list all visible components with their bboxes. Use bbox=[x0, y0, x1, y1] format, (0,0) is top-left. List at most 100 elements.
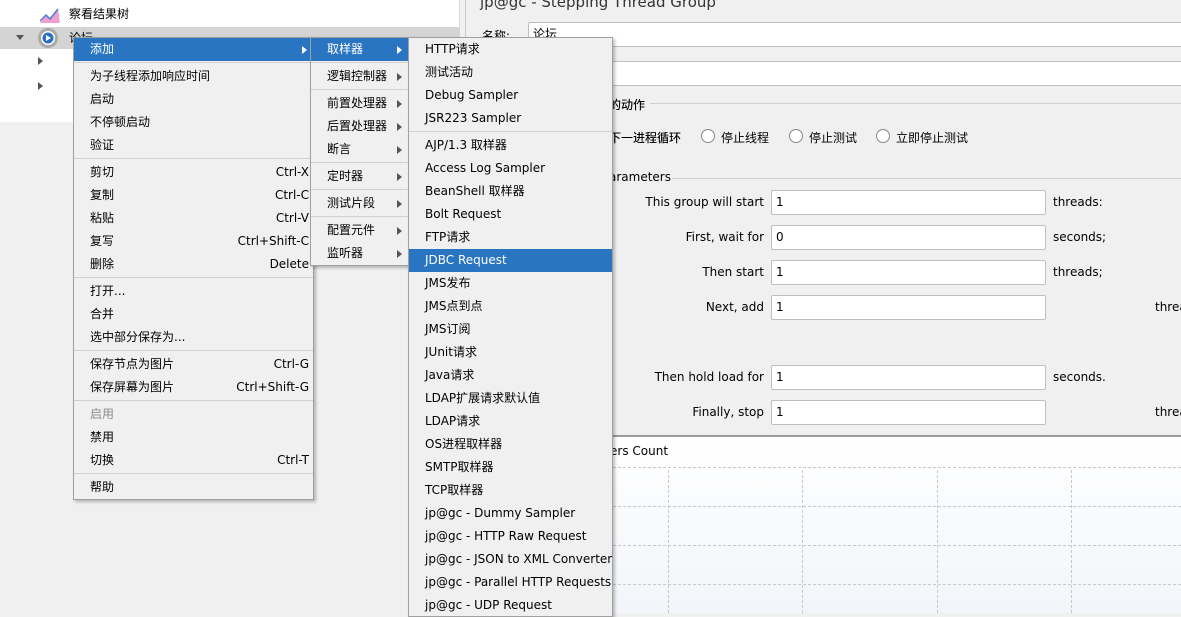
menu-item[interactable]: 启用 bbox=[74, 403, 313, 426]
menu-item[interactable]: JMS发布 bbox=[409, 272, 612, 295]
shortcut-label: Ctrl-C bbox=[274, 188, 309, 202]
menu-item[interactable]: 保存屏幕为图片 Ctrl+Shift-G bbox=[74, 376, 313, 399]
menu-item[interactable]: JDBC Request bbox=[409, 249, 612, 272]
menu-item[interactable]: SMTP取样器 bbox=[409, 456, 612, 479]
menu-item[interactable]: 复写 Ctrl+Shift-C bbox=[74, 230, 313, 253]
menu-item[interactable]: LDAP请求 bbox=[409, 410, 612, 433]
menu-item-label: 帮助 bbox=[90, 480, 115, 494]
menu-item[interactable]: 前置处理器 bbox=[311, 92, 408, 115]
gear-play-icon bbox=[36, 27, 60, 49]
menu-item[interactable]: 监听器 bbox=[311, 242, 408, 265]
menu-item-label: TCP取样器 bbox=[425, 483, 484, 497]
radio-label[interactable]: 停止线程 bbox=[721, 129, 769, 146]
menu-item[interactable]: 测试片段 bbox=[311, 192, 408, 215]
menu-item[interactable]: JMS订阅 bbox=[409, 318, 612, 341]
then-start-input[interactable]: 1 bbox=[771, 260, 1046, 285]
menu-item[interactable]: OS进程取样器 bbox=[409, 433, 612, 456]
menu-item-label: 复制 bbox=[90, 188, 115, 202]
tree-item-label: 察看结果树 bbox=[69, 7, 130, 21]
menu-item-label: Java请求 bbox=[425, 368, 475, 382]
menu-item-label: JMS点到点 bbox=[425, 299, 483, 313]
hold-load-input[interactable]: 1 bbox=[771, 365, 1046, 390]
menu-item-label: 取样器 bbox=[327, 42, 364, 56]
menu-item-label: 配置元件 bbox=[327, 223, 376, 237]
menu-item-label: 启动 bbox=[90, 92, 115, 106]
menu-item[interactable]: 复制 Ctrl-C bbox=[74, 184, 313, 207]
menu-item[interactable]: jp@gc - JSON to XML Converter bbox=[409, 548, 612, 571]
menu-item[interactable]: 删除 Delete bbox=[74, 253, 313, 276]
menu-item[interactable]: 配置元件 bbox=[311, 219, 408, 242]
menu-item[interactable]: 取样器 bbox=[311, 38, 408, 61]
menu-item[interactable]: 切换 Ctrl-T bbox=[74, 449, 313, 472]
menu-item[interactable]: 测试活动 bbox=[409, 61, 612, 84]
menu-item[interactable]: 打开... bbox=[74, 280, 313, 303]
radio-stop-thread[interactable] bbox=[701, 129, 715, 143]
menu-item[interactable]: 选中部分保存为... bbox=[74, 326, 313, 349]
initial-delay-input[interactable]: 0 bbox=[771, 225, 1046, 250]
name-input[interactable]: 论坛 bbox=[528, 22, 1181, 47]
menu-item[interactable]: JSR223 Sampler bbox=[409, 107, 612, 130]
menu-item[interactable]: 保存节点为图片 Ctrl-G bbox=[74, 353, 313, 376]
menu-item[interactable]: FTP请求 bbox=[409, 226, 612, 249]
tree-item-view-results-tree[interactable]: 察看结果树 bbox=[0, 3, 460, 25]
next-add-input[interactable]: 1 bbox=[771, 295, 1046, 320]
graph-icon bbox=[39, 7, 60, 23]
menu-item[interactable]: 启动 bbox=[74, 88, 313, 111]
param-label: This group will start bbox=[645, 195, 764, 209]
shortcut-label: Delete bbox=[269, 257, 309, 271]
menu-item[interactable]: BeanShell 取样器 bbox=[409, 180, 612, 203]
menu-item[interactable]: jp@gc - Parallel HTTP Requests bbox=[409, 571, 612, 594]
menu-item[interactable]: HTTP请求 bbox=[409, 38, 612, 61]
expand-icon[interactable] bbox=[38, 57, 43, 65]
menu-item[interactable]: Java请求 bbox=[409, 364, 612, 387]
menu-item[interactable]: 验证 bbox=[74, 134, 313, 157]
radio-stop-test-now[interactable] bbox=[876, 129, 890, 143]
menu-item[interactable]: Bolt Request bbox=[409, 203, 612, 226]
menu-item-label: jp@gc - JSON to XML Converter bbox=[425, 552, 613, 566]
menu-item[interactable]: 断言 bbox=[311, 138, 408, 161]
menu-item[interactable]: LDAP扩展请求默认值 bbox=[409, 387, 612, 410]
menu-item-label: HTTP请求 bbox=[425, 42, 480, 56]
menu-item[interactable]: 为子线程添加响应时间 bbox=[74, 65, 313, 88]
menu-item-label: 剪切 bbox=[90, 165, 115, 179]
menu-item-label: SMTP取样器 bbox=[425, 460, 494, 474]
menu-item[interactable]: Access Log Sampler bbox=[409, 157, 612, 180]
menu-item-label: LDAP请求 bbox=[425, 414, 481, 428]
submenu-arrow-icon bbox=[397, 73, 402, 81]
menu-item[interactable]: 添加 bbox=[74, 38, 313, 61]
start-threads-input[interactable]: 1 bbox=[771, 190, 1046, 215]
radio-stop-test[interactable] bbox=[789, 129, 803, 143]
action-group-label: 的动作 bbox=[608, 98, 645, 112]
chart-title: ers Count bbox=[610, 444, 669, 458]
submenu-arrow-icon bbox=[397, 227, 402, 235]
menu-item[interactable]: jp@gc - UDP Request bbox=[409, 594, 612, 617]
menu-item[interactable]: 逻辑控制器 bbox=[311, 65, 408, 88]
menu-item[interactable]: 帮助 bbox=[74, 476, 313, 499]
menu-item-label: Access Log Sampler bbox=[425, 161, 546, 175]
menu-item[interactable]: Debug Sampler bbox=[409, 84, 612, 107]
radio-label-next-loop[interactable]: 下一进程循环 bbox=[609, 129, 681, 146]
finally-stop-input[interactable]: 1 bbox=[771, 400, 1046, 425]
radio-label[interactable]: 停止测试 bbox=[809, 129, 857, 146]
expand-icon[interactable] bbox=[38, 82, 43, 90]
menu-item-label: 测试片段 bbox=[327, 196, 376, 210]
menu-item[interactable]: JMS点到点 bbox=[409, 295, 612, 318]
menu-item-label: 后置处理器 bbox=[327, 119, 388, 133]
menu-item[interactable]: TCP取样器 bbox=[409, 479, 612, 502]
menu-item[interactable]: jp@gc - HTTP Raw Request bbox=[409, 525, 612, 548]
submenu-arrow-icon bbox=[397, 46, 402, 54]
menu-item[interactable]: 粘贴 Ctrl-V bbox=[74, 207, 313, 230]
shortcut-label: Ctrl-X bbox=[275, 165, 309, 179]
menu-item[interactable]: 禁用 bbox=[74, 426, 313, 449]
menu-item[interactable]: JUnit请求 bbox=[409, 341, 612, 364]
menu-item[interactable]: jp@gc - Dummy Sampler bbox=[409, 502, 612, 525]
comment-input[interactable] bbox=[528, 61, 1181, 86]
radio-label[interactable]: 立即停止测试 bbox=[896, 129, 968, 146]
collapse-icon[interactable] bbox=[16, 35, 24, 40]
menu-item[interactable]: AJP/1.3 取样器 bbox=[409, 134, 612, 157]
menu-item[interactable]: 不停顿启动 bbox=[74, 111, 313, 134]
menu-item[interactable]: 定时器 bbox=[311, 165, 408, 188]
menu-item[interactable]: 合并 bbox=[74, 303, 313, 326]
menu-item[interactable]: 后置处理器 bbox=[311, 115, 408, 138]
menu-item[interactable]: 剪切 Ctrl-X bbox=[74, 161, 313, 184]
